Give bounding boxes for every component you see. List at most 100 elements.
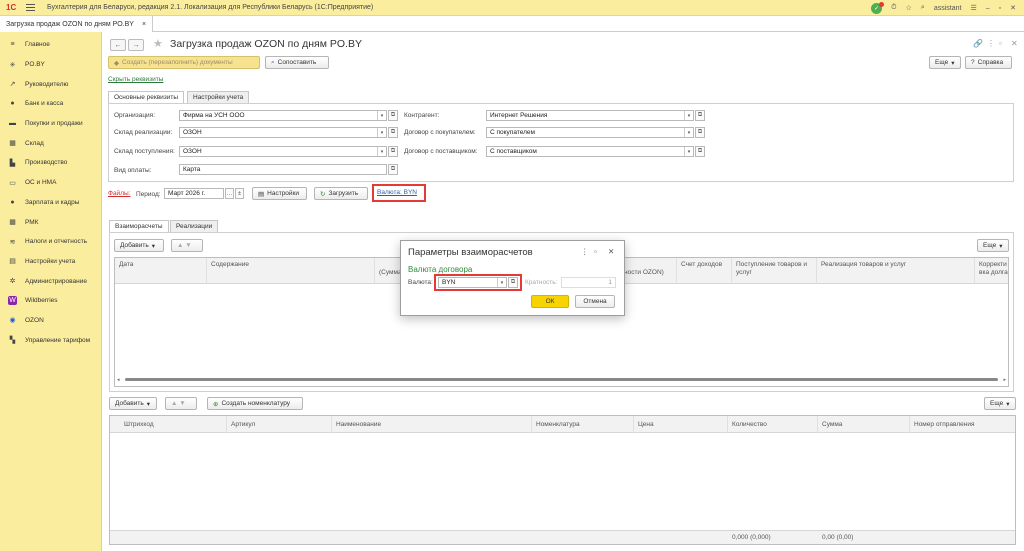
sidebar-item[interactable]: ≋ Налоги и отчетность (0, 232, 101, 252)
column-header[interactable]: Корректи вка долга (975, 258, 1008, 284)
move-buttons[interactable]: ▲ ▼ (171, 239, 203, 252)
column-header[interactable]: Сумма (818, 416, 910, 433)
sidebar-item[interactable]: W Wildberries (0, 291, 101, 311)
currency-field[interactable]: BYN ▾ (438, 277, 507, 288)
warehouse-receipt-field[interactable]: ОЗОН ▾ (179, 146, 387, 157)
tab-close-icon[interactable]: × (142, 21, 146, 28)
scroll-right-icon[interactable]: ▸ (1003, 377, 1006, 383)
sidebar-item[interactable]: ✲ Администрирование (0, 271, 101, 291)
hide-details-link[interactable]: Скрыть реквизиты (108, 76, 163, 83)
column-header[interactable]: Цена (634, 416, 728, 433)
forward-button[interactable]: → (128, 39, 144, 51)
create-documents-button[interactable]: ◆ Создать (перезаполнить) документы (108, 56, 260, 69)
open-icon[interactable]: ⧉ (388, 146, 398, 157)
tab-accounting-settings[interactable]: Настройки учета (187, 91, 250, 103)
dialog-close-icon[interactable]: ✕ (608, 247, 614, 256)
link-icon[interactable]: 🔗 (973, 39, 983, 48)
open-icon[interactable]: ⧉ (695, 127, 705, 138)
open-icon[interactable]: ⧉ (388, 127, 398, 138)
open-icon[interactable]: ⧉ (695, 110, 705, 121)
org-field[interactable]: Фирма на УСН ООО ▾ (179, 110, 387, 121)
sidebar-item[interactable]: ● Банк и касса (0, 94, 101, 114)
sidebar-item[interactable]: ● Зарплата и кадры (0, 193, 101, 213)
history-icon[interactable]: ⏱ (891, 4, 896, 12)
chevron-down-icon[interactable]: ▾ (684, 147, 693, 156)
sidebar-item[interactable]: ▭ ОС и НМА (0, 173, 101, 193)
sidebar-item[interactable]: ✳ PO.BY (0, 55, 101, 75)
warehouse-sale-field[interactable]: ОЗОН ▾ (179, 127, 387, 138)
scroll-left-icon[interactable]: ◂ (117, 377, 120, 383)
window-maximize-icon[interactable]: ▫ (999, 39, 1002, 48)
open-icon[interactable]: ⧉ (695, 146, 705, 157)
tab-current-document[interactable]: Загрузка продаж OZON по дням PO.BY × (0, 16, 154, 32)
more-button[interactable]: Еще ▾ (977, 239, 1009, 252)
sidebar-item[interactable]: ▬ Покупки и продажи (0, 114, 101, 134)
main-menu-icon[interactable] (26, 4, 35, 11)
load-button[interactable]: ↻ Загрузить (314, 187, 368, 200)
settings-menu-icon[interactable]: ☰ (970, 4, 976, 12)
add-button-2[interactable]: Добавить ▾ (109, 397, 157, 410)
currency-link[interactable]: Валюта: BYN (377, 189, 417, 196)
close-icon[interactable]: ✕ (1010, 4, 1016, 12)
search-icon[interactable]: ⌕ (921, 4, 925, 12)
files-link[interactable]: Файлы: (108, 190, 130, 197)
maximize-icon[interactable]: ▫ (999, 5, 1001, 12)
counterparty-field[interactable]: Интернет Решения ▾ (486, 110, 694, 121)
sidebar-item[interactable]: ▚ Управление тарифом (0, 330, 101, 350)
sidebar-item[interactable]: ▤ Настройки учета (0, 252, 101, 272)
column-header[interactable]: Номенклатура (532, 416, 634, 433)
ok-button[interactable]: ОК (531, 295, 569, 308)
column-header[interactable]: Артикул (227, 416, 332, 433)
open-icon[interactable]: ⧉ (388, 110, 398, 121)
dialog-more-icon[interactable]: ⋮ (581, 247, 589, 256)
minimize-icon[interactable]: – (986, 5, 990, 12)
help-button[interactable]: ? Справка (965, 56, 1012, 69)
column-header[interactable]: Наименование (332, 416, 532, 433)
dialog-maximize-icon[interactable]: ▫ (594, 247, 597, 256)
window-close-icon[interactable]: ✕ (1011, 39, 1018, 48)
settings-button[interactable]: ▤ Настройки (252, 187, 307, 200)
compare-button[interactable]: ⌕ Сопоставить (265, 56, 329, 69)
column-header[interactable]: Количество (728, 416, 818, 433)
add-button[interactable]: Добавить ▾ (114, 239, 164, 252)
column-header[interactable]: Штрихкод (110, 416, 227, 433)
period-ellipsis-button[interactable]: … (225, 188, 234, 199)
tab-settlements[interactable]: Взаиморасчеты (109, 220, 169, 232)
tab-main-details[interactable]: Основные реквизиты (108, 91, 185, 103)
period-field[interactable]: Март 2026 г. (164, 188, 224, 199)
back-button[interactable]: ← (110, 39, 126, 51)
more-actions-icon[interactable]: ⋮ (987, 39, 995, 48)
column-header[interactable]: Реализация товаров и услуг (817, 258, 975, 284)
supplier-contract-field[interactable]: С поставщиком ▾ (486, 146, 694, 157)
sidebar-item[interactable]: ▙ Производство (0, 153, 101, 173)
chevron-down-icon[interactable]: ▾ (377, 147, 386, 156)
sidebar-item[interactable]: ▦ Склад (0, 133, 101, 153)
tab-sales[interactable]: Реализации (170, 220, 219, 232)
chevron-down-icon[interactable]: ▾ (497, 278, 506, 287)
buyer-contract-field[interactable]: С покупателем ▾ (486, 127, 694, 138)
chevron-down-icon[interactable]: ▾ (684, 111, 693, 120)
move-buttons-2[interactable]: ▲ ▼ (165, 397, 197, 410)
payment-field[interactable]: Карта (179, 164, 387, 175)
more-button[interactable]: Еще ▾ (929, 56, 961, 69)
sidebar-item[interactable]: ↗ Руководителю (0, 74, 101, 94)
sidebar-item[interactable]: ▦ РМК (0, 212, 101, 232)
favorites-icon[interactable]: ☆ (906, 4, 912, 12)
period-stepper[interactable]: ± (235, 188, 244, 199)
sidebar-item[interactable]: ◉ OZON (0, 311, 101, 331)
favorite-star-icon[interactable]: ★ (153, 37, 163, 50)
column-header[interactable]: Поступление товаров и услуг (732, 258, 817, 284)
chevron-down-icon[interactable]: ▾ (684, 128, 693, 137)
open-icon[interactable]: ⧉ (388, 164, 398, 175)
sidebar-item[interactable]: ≡ Главное (0, 35, 101, 55)
multiplicity-field[interactable]: 1 (561, 277, 616, 288)
horizontal-scrollbar[interactable] (125, 378, 998, 381)
column-header[interactable]: Номер отправления (910, 416, 1015, 433)
open-icon[interactable]: ⧉ (508, 277, 518, 288)
column-header[interactable]: ности OZON) (620, 258, 677, 284)
notifications-icon[interactable]: ✓ (871, 1, 885, 14)
chevron-down-icon[interactable]: ▾ (377, 111, 386, 120)
cancel-button[interactable]: Отмена (575, 295, 615, 308)
more-button-2[interactable]: Еще ▾ (984, 397, 1016, 410)
column-header[interactable]: Счет доходов (677, 258, 732, 284)
